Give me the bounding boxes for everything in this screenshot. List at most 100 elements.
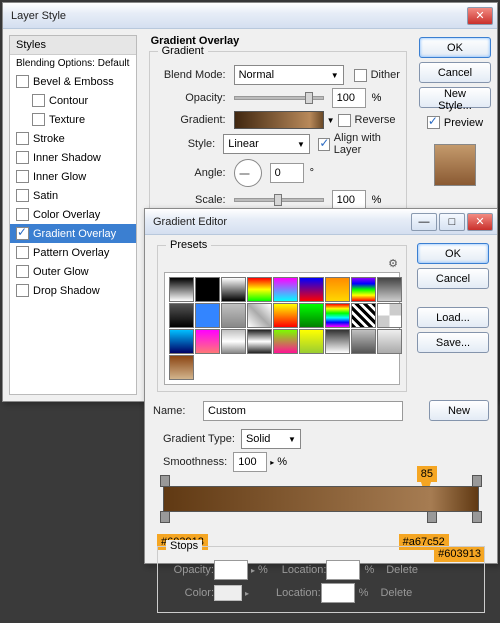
preset-swatch[interactable] bbox=[221, 303, 246, 328]
preset-swatch[interactable] bbox=[247, 329, 272, 354]
style-item-contour[interactable]: Contour bbox=[10, 91, 136, 110]
style-item-texture[interactable]: Texture bbox=[10, 110, 136, 129]
style-item-inner-shadow[interactable]: Inner Shadow bbox=[10, 148, 136, 167]
blending-options[interactable]: Blending Options: Default bbox=[10, 55, 136, 72]
blend-mode-dropdown[interactable]: Normal▼ bbox=[234, 65, 344, 85]
preset-swatch[interactable] bbox=[377, 277, 402, 302]
style-item-drop-shadow[interactable]: Drop Shadow bbox=[10, 281, 136, 300]
style-item-pattern-overlay[interactable]: Pattern Overlay bbox=[10, 243, 136, 262]
smoothness-input[interactable] bbox=[233, 452, 267, 472]
maximize-icon[interactable]: □ bbox=[439, 213, 465, 231]
stop-opacity-delete: Delete bbox=[386, 564, 418, 576]
name-input[interactable] bbox=[203, 401, 403, 421]
preset-swatch[interactable] bbox=[195, 277, 220, 302]
minimize-icon[interactable]: — bbox=[411, 213, 437, 231]
gradient-bar[interactable] bbox=[163, 486, 479, 512]
dither-label: Dither bbox=[371, 69, 400, 81]
preview-checkbox[interactable] bbox=[427, 116, 440, 129]
preset-swatch[interactable] bbox=[221, 277, 246, 302]
load-button[interactable]: Load... bbox=[417, 307, 489, 328]
close-icon[interactable]: ✕ bbox=[467, 213, 493, 231]
style-item-inner-glow[interactable]: Inner Glow bbox=[10, 167, 136, 186]
opacity-stop-right[interactable] bbox=[472, 475, 482, 487]
style-checkbox[interactable] bbox=[16, 227, 29, 240]
style-checkbox[interactable] bbox=[16, 246, 29, 259]
preset-swatch[interactable] bbox=[169, 329, 194, 354]
preset-swatch[interactable] bbox=[299, 303, 324, 328]
preset-swatch[interactable] bbox=[273, 303, 298, 328]
preset-swatch[interactable] bbox=[195, 303, 220, 328]
style-label: Style: bbox=[156, 138, 216, 150]
style-item-color-overlay[interactable]: Color Overlay bbox=[10, 205, 136, 224]
style-dropdown[interactable]: Linear▼ bbox=[223, 134, 310, 154]
preset-swatch[interactable] bbox=[221, 329, 246, 354]
new-style-button[interactable]: New Style... bbox=[419, 87, 491, 108]
style-checkbox[interactable] bbox=[16, 189, 29, 202]
style-checkbox[interactable] bbox=[32, 113, 45, 126]
preset-swatch[interactable] bbox=[299, 329, 324, 354]
preset-swatch[interactable] bbox=[273, 329, 298, 354]
preset-swatch[interactable] bbox=[351, 303, 376, 328]
gradient-swatch[interactable] bbox=[234, 111, 324, 129]
new-button[interactable]: New bbox=[429, 400, 489, 421]
align-label: Align with Layer bbox=[334, 132, 400, 156]
style-item-satin[interactable]: Satin bbox=[10, 186, 136, 205]
style-checkbox[interactable] bbox=[16, 265, 29, 278]
preset-swatch[interactable] bbox=[377, 329, 402, 354]
stops-label: Stops bbox=[166, 540, 202, 552]
presets-group: Presets ⚙ bbox=[157, 245, 407, 392]
cancel-button[interactable]: Cancel bbox=[419, 62, 491, 83]
preset-swatch[interactable] bbox=[377, 303, 402, 328]
preset-swatch[interactable] bbox=[273, 277, 298, 302]
color-stop-3[interactable] bbox=[472, 511, 482, 523]
reverse-checkbox[interactable] bbox=[338, 114, 351, 127]
dither-checkbox[interactable] bbox=[354, 69, 367, 82]
style-item-bevel-emboss[interactable]: Bevel & Emboss bbox=[10, 72, 136, 91]
preset-swatch[interactable] bbox=[169, 277, 194, 302]
opacity-slider[interactable] bbox=[234, 96, 324, 100]
preset-swatch[interactable] bbox=[195, 329, 220, 354]
ge-ok-button[interactable]: OK bbox=[417, 243, 489, 264]
gradient-editor-dialog: Gradient Editor — □ ✕ Presets ⚙ OK Cance… bbox=[144, 208, 498, 564]
preset-swatch[interactable] bbox=[325, 329, 350, 354]
preset-swatch[interactable] bbox=[247, 303, 272, 328]
color-stop-1[interactable] bbox=[160, 511, 170, 523]
ok-button[interactable]: OK bbox=[419, 37, 491, 58]
preset-swatch[interactable] bbox=[247, 277, 272, 302]
angle-input[interactable] bbox=[270, 163, 304, 183]
preset-swatch[interactable] bbox=[325, 277, 350, 302]
save-button[interactable]: Save... bbox=[417, 332, 489, 353]
preset-swatch[interactable] bbox=[169, 303, 194, 328]
close-icon[interactable]: ✕ bbox=[467, 7, 493, 25]
style-checkbox[interactable] bbox=[32, 94, 45, 107]
style-checkbox[interactable] bbox=[16, 208, 29, 221]
opacity-stop-left[interactable] bbox=[160, 475, 170, 487]
preset-swatch[interactable] bbox=[325, 303, 350, 328]
style-checkbox[interactable] bbox=[16, 151, 29, 164]
stop-color-location-label: Location: bbox=[276, 587, 321, 599]
align-checkbox[interactable] bbox=[318, 138, 329, 151]
preset-swatch[interactable] bbox=[169, 355, 194, 380]
scale-slider[interactable] bbox=[234, 198, 324, 202]
gear-icon[interactable]: ⚙ bbox=[386, 256, 400, 270]
gradient-type-dropdown[interactable]: Solid▼ bbox=[241, 429, 301, 449]
style-checkbox[interactable] bbox=[16, 284, 29, 297]
style-item-stroke[interactable]: Stroke bbox=[10, 129, 136, 148]
preset-swatch[interactable] bbox=[351, 329, 376, 354]
preset-swatch[interactable] bbox=[299, 277, 324, 302]
stop-color-label: Color: bbox=[164, 587, 214, 599]
layer-style-titlebar[interactable]: Layer Style ✕ bbox=[3, 3, 497, 29]
style-checkbox[interactable] bbox=[16, 132, 29, 145]
styles-header[interactable]: Styles bbox=[10, 36, 136, 55]
angle-dial[interactable] bbox=[234, 159, 262, 187]
scale-input[interactable] bbox=[332, 190, 366, 210]
opacity-input[interactable] bbox=[332, 88, 366, 108]
ge-cancel-button[interactable]: Cancel bbox=[417, 268, 489, 289]
color-stop-2[interactable] bbox=[427, 511, 437, 523]
style-checkbox[interactable] bbox=[16, 75, 29, 88]
style-item-gradient-overlay[interactable]: Gradient Overlay bbox=[10, 224, 136, 243]
style-checkbox[interactable] bbox=[16, 170, 29, 183]
style-item-outer-glow[interactable]: Outer Glow bbox=[10, 262, 136, 281]
gradient-editor-titlebar[interactable]: Gradient Editor — □ ✕ bbox=[145, 209, 497, 235]
preset-swatch[interactable] bbox=[351, 277, 376, 302]
